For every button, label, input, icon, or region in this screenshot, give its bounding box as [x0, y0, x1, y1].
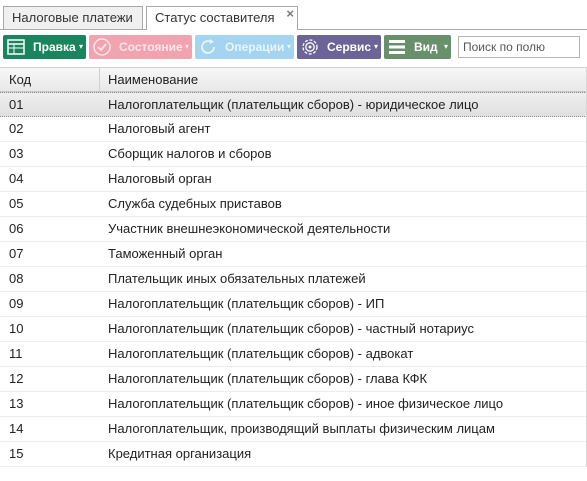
cell-code: 15: [9, 446, 24, 461]
search-input[interactable]: [458, 36, 580, 58]
cell-code: 08: [9, 271, 24, 286]
cell-code: 02: [9, 121, 24, 136]
edit-button-label: Правка: [33, 40, 76, 54]
edit-button[interactable]: Правка ▾: [3, 35, 86, 59]
cell-code: 03: [9, 146, 24, 161]
table-row[interactable]: 04 Налоговый орган: [0, 167, 587, 192]
operations-button[interactable]: Операции ▾: [195, 35, 294, 59]
chevron-down-icon: ▾: [78, 42, 83, 51]
cell-name: Сборщик налогов и сборов: [108, 146, 272, 161]
table-row[interactable]: 06 Участник внешнеэкономической деятельно…: [0, 217, 587, 242]
cell-name: Налогоплательщик, производящий выплаты ф…: [108, 421, 495, 436]
refresh-icon: [198, 37, 218, 57]
table-row[interactable]: 02 Налоговый агент: [0, 117, 587, 142]
cell-code: 09: [9, 296, 24, 311]
operations-button-label: Операции: [225, 40, 285, 54]
chevron-down-icon: ▾: [373, 42, 378, 51]
table-row[interactable]: 01 Налогоплательщик (плательщик сборов) -…: [0, 92, 587, 117]
cell-code: 01: [9, 97, 24, 112]
tab-divider: [0, 29, 587, 30]
cell-code: 07: [9, 246, 24, 261]
cell-name: Налогоплательщик (плательщик сборов) - и…: [108, 396, 504, 411]
cell-name: Кредитная организация: [108, 446, 252, 461]
table-row[interactable]: 08 Плательщик иных обязательных платежей: [0, 267, 587, 292]
service-button[interactable]: Сервис ▾: [297, 35, 381, 59]
cell-code: 11: [9, 346, 23, 361]
cell-name: Плательщик иных обязательных платежей: [108, 271, 366, 286]
cell-name: Налогоплательщик (плательщик сборов) - И…: [108, 296, 385, 311]
table-row[interactable]: 10 Налогоплательщик (плательщик сборов) -…: [0, 317, 587, 342]
cell-name: Налоговый агент: [108, 121, 211, 136]
status-table: Код Наименование 01 Налогоплательщик (пла…: [0, 67, 587, 467]
table-row[interactable]: 12 Налогоплательщик (плательщик сборов) -…: [0, 367, 587, 392]
table-edit-icon: [6, 37, 26, 57]
state-button-label: Состояние: [119, 40, 183, 54]
cell-name: Налоговый орган: [108, 171, 212, 186]
cell-code: 04: [9, 171, 24, 186]
tab-label: Налоговые платежи: [12, 10, 133, 25]
cell-name: Налогоплательщик (плательщик сборов) - а…: [108, 346, 414, 361]
close-icon[interactable]: ×: [286, 3, 294, 25]
cell-code: 13: [9, 396, 24, 411]
table-row[interactable]: 07 Таможенный орган: [0, 242, 587, 267]
chevron-down-icon: ▾: [443, 42, 448, 51]
cell-name: Налогоплательщик (плательщик сборов) - г…: [108, 371, 428, 386]
gear-icon: [300, 37, 320, 57]
table-row[interactable]: 09 Налогоплательщик (плательщик сборов) -…: [0, 292, 587, 317]
cell-name: Налогоплательщик (плательщик сборов) - ю…: [108, 97, 479, 112]
cell-name: Таможенный орган: [108, 246, 223, 261]
cell-code: 12: [9, 371, 24, 386]
cell-name: Служба судебных приставов: [108, 196, 282, 211]
table-body: 01 Налогоплательщик (плательщик сборов) -…: [0, 92, 587, 467]
cell-code: 14: [9, 421, 24, 436]
table-row[interactable]: 05 Служба судебных приставов: [0, 192, 587, 217]
cell-code: 10: [9, 321, 24, 336]
toolbar: Правка ▾ Состояние ▾ Операции ▾ Сервис ▾…: [0, 33, 587, 63]
table-row[interactable]: 03 Сборщик налогов и сборов: [0, 142, 587, 167]
list-view-icon: [387, 37, 407, 57]
table-row[interactable]: 11 Налогоплательщик (плательщик сборов) -…: [0, 342, 587, 367]
column-header-name[interactable]: Наименование: [101, 68, 587, 91]
view-button[interactable]: Вид ▾: [384, 35, 451, 59]
tab-label: Статус составителя: [155, 10, 275, 25]
table-row[interactable]: 14 Налогоплательщик, производящий выплаты…: [0, 417, 587, 442]
tab-compiler-status[interactable]: Статус составителя ×: [146, 6, 298, 30]
view-button-label: Вид: [414, 40, 438, 54]
cell-name: Участник внешнеэкономической деятельност…: [108, 221, 391, 236]
cell-name: Налогоплательщик (плательщик сборов) - ч…: [108, 321, 474, 336]
column-header-code[interactable]: Код: [0, 68, 100, 91]
state-button[interactable]: Состояние ▾: [89, 35, 192, 59]
chevron-down-icon: ▾: [286, 42, 291, 51]
cell-code: 05: [9, 196, 24, 211]
table-row[interactable]: 15 Кредитная организация: [0, 442, 587, 467]
service-button-label: Сервис: [327, 40, 372, 54]
tab-bar: Налоговые платежи Статус составителя ×: [0, 0, 587, 30]
check-circle-icon: [92, 37, 112, 57]
cell-code: 06: [9, 221, 24, 236]
tab-tax-payments[interactable]: Налоговые платежи: [3, 6, 143, 29]
chevron-down-icon: ▾: [184, 42, 189, 51]
table-row[interactable]: 13 Налогоплательщик (плательщик сборов) -…: [0, 392, 587, 417]
table-header: Код Наименование: [0, 67, 587, 92]
